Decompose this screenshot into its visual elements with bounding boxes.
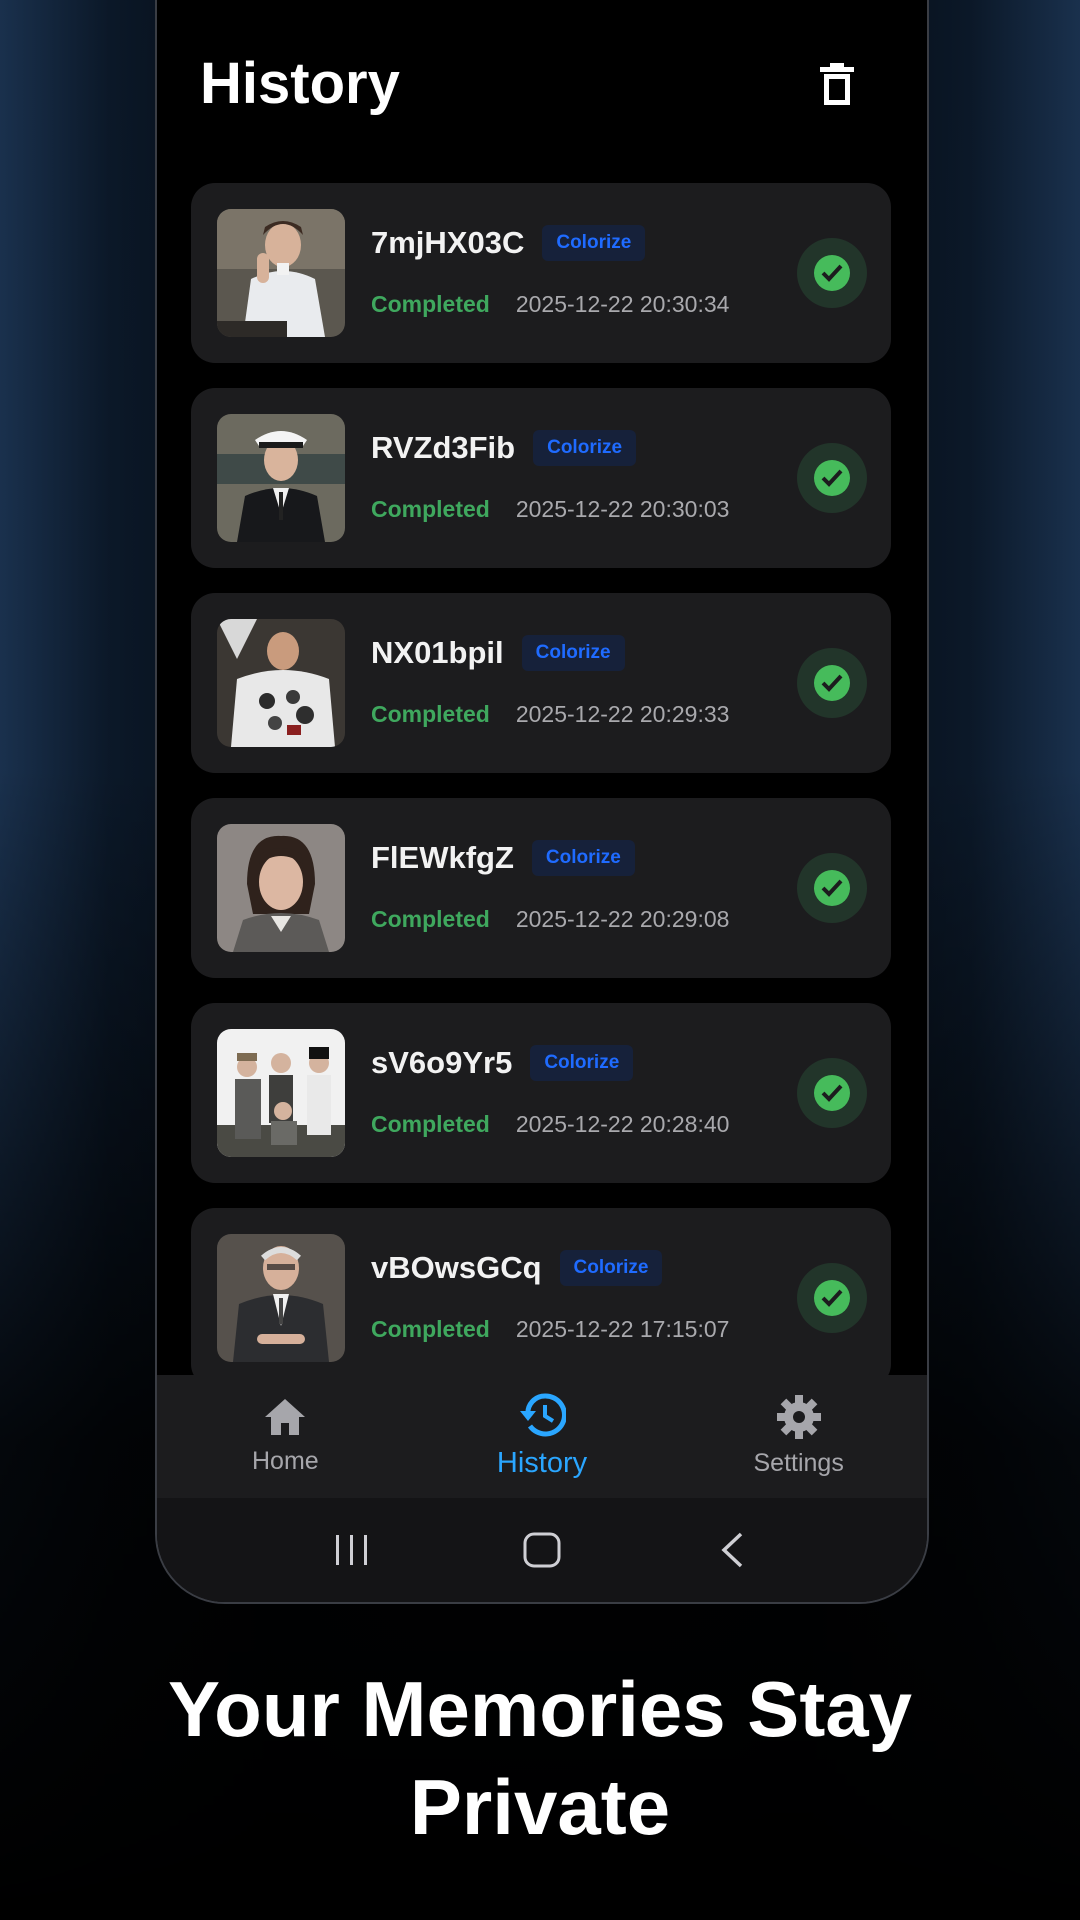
status-indicator: [797, 1058, 867, 1128]
check-circle-icon: [814, 255, 850, 291]
nav-item-history[interactable]: History: [414, 1375, 671, 1498]
status-indicator: [797, 238, 867, 308]
history-item[interactable]: FlEWkfgZ Colorize Completed 2025-12-22 2…: [191, 798, 891, 978]
timestamp: 2025-12-22 20:29:33: [515, 701, 730, 727]
type-badge: Colorize: [521, 635, 625, 671]
status-indicator: [797, 443, 867, 513]
bottom-navigation: Home History Settings: [157, 1375, 927, 1498]
system-navigation-bar: [157, 1498, 927, 1602]
photo-thumbnail: [217, 209, 345, 337]
status-text: Completed: [371, 291, 490, 317]
history-item[interactable]: 7mjHX03C Colorize Completed 2025-12-22 2…: [191, 183, 891, 363]
status-indicator: [797, 1263, 867, 1333]
type-badge: Colorize: [559, 1250, 663, 1286]
home-icon: [265, 1399, 306, 1435]
square-home-icon: [523, 1532, 561, 1568]
history-item[interactable]: RVZd3Fib Colorize Completed 2025-12-22 2…: [191, 388, 891, 568]
home-system-button[interactable]: [512, 1520, 572, 1580]
app-header: History: [157, 2, 927, 152]
tagline-line-2: Private: [409, 1763, 671, 1851]
history-list: 7mjHX03C Colorize Completed 2025-12-22 2…: [191, 183, 891, 1413]
history-item[interactable]: sV6o9Yr5 Colorize Completed 2025-12-22 2…: [191, 1003, 891, 1183]
status-indicator: [797, 648, 867, 718]
item-name: NX01bpil: [371, 635, 504, 670]
check-circle-icon: [814, 1280, 850, 1316]
status-text: Completed: [371, 496, 490, 522]
photo-thumbnail: [217, 1234, 345, 1362]
delete-history-button[interactable]: [807, 54, 867, 114]
nav-item-home[interactable]: Home: [157, 1375, 414, 1498]
photo-thumbnail: [217, 1029, 345, 1157]
status-indicator: [797, 853, 867, 923]
item-name: FlEWkfgZ: [371, 840, 514, 875]
back-chevron-icon: [721, 1532, 743, 1568]
recent-apps-icon: [336, 1535, 367, 1565]
type-badge: Colorize: [531, 840, 635, 876]
recent-apps-button[interactable]: [322, 1520, 382, 1580]
back-button[interactable]: [702, 1520, 762, 1580]
tagline-line-1: Your Memories Stay: [167, 1665, 913, 1753]
nav-item-settings[interactable]: Settings: [670, 1375, 927, 1498]
check-circle-icon: [814, 665, 850, 701]
history-icon: [520, 1393, 566, 1437]
item-name: RVZd3Fib: [371, 430, 516, 465]
type-badge: Colorize: [542, 225, 646, 261]
phone-frame: History 7mjHX03C Colorize Completed 2025…: [155, 0, 929, 1604]
status-text: Completed: [371, 906, 490, 932]
type-badge: Colorize: [533, 430, 637, 466]
nav-label: History: [496, 1447, 588, 1479]
timestamp: 2025-12-22 20:30:03: [515, 496, 730, 522]
timestamp: 2025-12-22 17:15:07: [515, 1316, 730, 1342]
item-name: sV6o9Yr5: [371, 1045, 513, 1080]
gear-icon: [776, 1395, 821, 1439]
nav-label: Settings: [753, 1449, 844, 1477]
timestamp: 2025-12-22 20:29:08: [515, 906, 730, 932]
photo-thumbnail: [217, 414, 345, 542]
timestamp: 2025-12-22 20:28:40: [515, 1111, 730, 1137]
type-badge: Colorize: [530, 1045, 634, 1081]
check-circle-icon: [814, 1075, 850, 1111]
status-text: Completed: [371, 1111, 490, 1137]
nav-label: Home: [251, 1447, 319, 1475]
check-circle-icon: [814, 870, 850, 906]
status-text: Completed: [371, 1316, 490, 1342]
timestamp: 2025-12-22 20:30:34: [515, 291, 730, 317]
item-name: 7mjHX03C: [371, 225, 525, 260]
photo-thumbnail: [217, 824, 345, 952]
page-title: History: [200, 51, 400, 116]
trash-icon: [820, 63, 854, 105]
promo-tagline: Your Memories Stay Private: [0, 1660, 1080, 1856]
history-item[interactable]: vBOwsGCq Colorize Completed 2025-12-22 1…: [191, 1208, 891, 1388]
status-text: Completed: [371, 701, 490, 727]
photo-thumbnail: [217, 619, 345, 747]
check-circle-icon: [814, 460, 850, 496]
history-item[interactable]: NX01bpil Colorize Completed 2025-12-22 2…: [191, 593, 891, 773]
item-name: vBOwsGCq: [371, 1250, 542, 1285]
